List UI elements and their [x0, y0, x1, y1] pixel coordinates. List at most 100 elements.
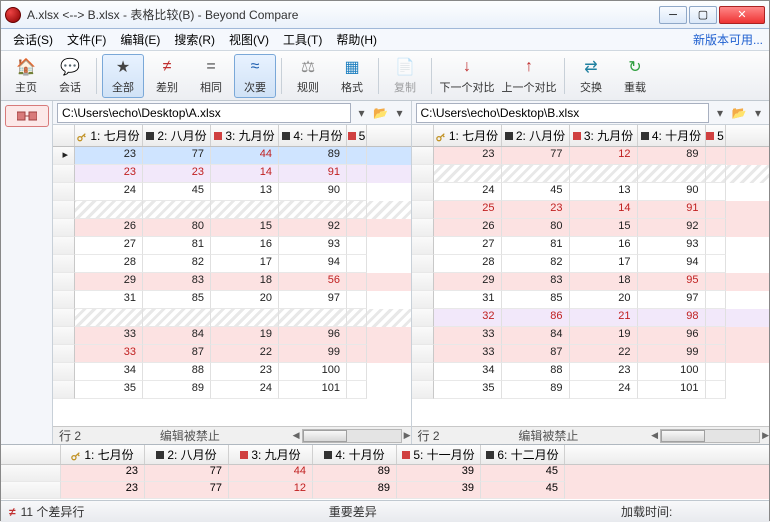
all-button[interactable]: ★全部	[102, 54, 144, 98]
cell[interactable]: 92	[638, 219, 706, 237]
table-row[interactable]: 33841996	[412, 327, 770, 345]
rules-button[interactable]: ⚖规则	[287, 54, 329, 98]
row-handle[interactable]	[53, 381, 75, 399]
cell[interactable]: 24	[75, 183, 143, 201]
cell[interactable]	[211, 201, 279, 219]
row-handle[interactable]	[412, 165, 434, 183]
cell[interactable]: 99	[279, 345, 347, 363]
cell[interactable]: 20	[211, 291, 279, 309]
minor-button[interactable]: ≈次要	[234, 54, 276, 98]
cell[interactable]: 89	[143, 381, 211, 399]
cell[interactable]: 81	[143, 237, 211, 255]
cell[interactable]: 34	[75, 363, 143, 381]
column-header[interactable]: 5	[706, 125, 726, 146]
cell[interactable]	[75, 201, 143, 219]
grid[interactable]: ▸237744892323149124451390268015922781169…	[53, 147, 411, 426]
grid[interactable]: 2377128924451390252314912680159227811693…	[412, 147, 770, 426]
same-button[interactable]: =相同	[190, 54, 232, 98]
dropdown-icon[interactable]: ▾	[355, 106, 369, 120]
cell[interactable]: 89	[502, 381, 570, 399]
next-diff-button[interactable]: ↓下一个对比	[437, 54, 497, 98]
cell[interactable]: 85	[502, 291, 570, 309]
hscrollbar[interactable]	[302, 429, 402, 443]
detail-cell[interactable]: 89	[313, 465, 397, 482]
column-header[interactable]: 2: 八月份	[502, 125, 570, 146]
column-header[interactable]: 1: 七月份	[434, 125, 502, 146]
column-header[interactable]: 3: 九月份	[211, 125, 279, 146]
cell[interactable]	[570, 165, 638, 183]
cell[interactable]: 82	[143, 255, 211, 273]
detail-cell[interactable]: 89	[313, 482, 397, 499]
table-row[interactable]: 23231491	[53, 165, 411, 183]
row-handle[interactable]	[412, 237, 434, 255]
cell[interactable]: 82	[502, 255, 570, 273]
cell[interactable]	[502, 165, 570, 183]
table-row[interactable]: 25231491	[412, 201, 770, 219]
cell[interactable]: 19	[570, 327, 638, 345]
cell[interactable]: 100	[279, 363, 347, 381]
detail-cell[interactable]: 39	[397, 465, 481, 482]
table-row[interactable]	[53, 201, 411, 219]
table-row[interactable]: 29831856	[53, 273, 411, 291]
row-handle[interactable]	[412, 381, 434, 399]
row-handle[interactable]: ▸	[53, 147, 75, 165]
folder-icon[interactable]: 📂	[731, 105, 747, 121]
menu-edit[interactable]: 编辑(E)	[114, 29, 166, 50]
cell[interactable]: 35	[434, 381, 502, 399]
detail-cell[interactable]: 45	[481, 482, 565, 499]
cell[interactable]: 95	[638, 273, 706, 291]
column-header[interactable]: 3: 九月份	[570, 125, 638, 146]
row-handle[interactable]	[53, 327, 75, 345]
cell[interactable]: 89	[279, 147, 347, 165]
cell[interactable]: 27	[434, 237, 502, 255]
cell[interactable]: 93	[279, 237, 347, 255]
path-input[interactable]	[416, 103, 710, 123]
home-button[interactable]: 🏠主页	[5, 54, 47, 98]
column-header[interactable]: 5	[347, 125, 367, 146]
detail-column-header[interactable]: 6: 十二月份	[481, 445, 565, 464]
row-handle[interactable]	[412, 327, 434, 345]
cell[interactable]: 31	[434, 291, 502, 309]
cell[interactable]: 17	[570, 255, 638, 273]
cell[interactable]: 91	[279, 165, 347, 183]
cell[interactable]: 18	[570, 273, 638, 291]
cell[interactable]: 87	[143, 345, 211, 363]
cell[interactable]: 100	[638, 363, 706, 381]
cell[interactable]: 33	[434, 327, 502, 345]
cell[interactable]: 17	[211, 255, 279, 273]
detail-column-header[interactable]: 3: 九月份	[229, 445, 313, 464]
cell[interactable]: 90	[638, 183, 706, 201]
row-handle[interactable]	[53, 201, 75, 219]
row-handle[interactable]	[53, 237, 75, 255]
row-handle[interactable]	[53, 345, 75, 363]
cell[interactable]: 81	[502, 237, 570, 255]
format-button[interactable]: ▦格式	[331, 54, 373, 98]
cell[interactable]: 22	[570, 345, 638, 363]
cell[interactable]: 45	[502, 183, 570, 201]
detail-cell[interactable]: 77	[145, 482, 229, 499]
detail-cell[interactable]: 44	[229, 465, 313, 482]
cell[interactable]: 24	[570, 381, 638, 399]
table-row[interactable]: ▸23774489	[53, 147, 411, 165]
table-row[interactable]: 31852097	[53, 291, 411, 309]
cell[interactable]: 101	[279, 381, 347, 399]
table-row[interactable]: 358924101	[53, 381, 411, 399]
scroll-thumb[interactable]	[303, 430, 347, 442]
cell[interactable]: 20	[570, 291, 638, 309]
maximize-button[interactable]: ▢	[689, 6, 717, 24]
copy-button[interactable]: 📄复制	[384, 54, 426, 98]
table-row[interactable]: 28821794	[412, 255, 770, 273]
cell[interactable]: 19	[211, 327, 279, 345]
cell[interactable]: 32	[434, 309, 502, 327]
scroll-right-icon[interactable]: ▶	[404, 430, 411, 441]
cell[interactable]: 23	[434, 147, 502, 165]
cell[interactable]: 85	[143, 291, 211, 309]
cell[interactable]: 96	[638, 327, 706, 345]
sidebar-tab[interactable]	[5, 105, 49, 127]
row-handle[interactable]	[53, 273, 75, 291]
table-row[interactable]: 27811693	[412, 237, 770, 255]
table-row[interactable]: 26801592	[53, 219, 411, 237]
cell[interactable]	[143, 201, 211, 219]
menu-file[interactable]: 文件(F)	[61, 29, 112, 50]
detail-cell[interactable]: 23	[61, 482, 145, 499]
